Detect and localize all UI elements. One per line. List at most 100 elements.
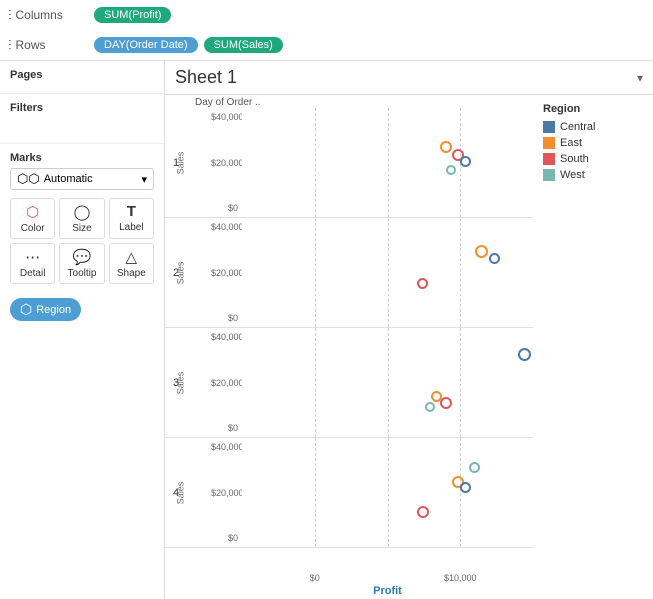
data-dot	[417, 278, 428, 289]
data-dot	[460, 482, 471, 493]
data-dot	[425, 402, 435, 412]
y-tick: $20,000	[211, 268, 242, 278]
shape-icon: △	[126, 248, 138, 266]
plot-gridline	[460, 218, 461, 327]
rows-pill-1[interactable]: DAY(Order Date)	[94, 37, 198, 53]
y-tick: $40,000	[211, 112, 242, 122]
marks-type-label: Automatic	[44, 173, 93, 185]
legend-color-swatch	[543, 153, 555, 165]
sheet-title: Sheet 1	[175, 67, 237, 88]
marks-grid: ⬡ Color ◯ Size T Label ⋯ Detail 💬 Too	[10, 198, 154, 284]
chart-row: 1Sales$40,000$20,000$0	[165, 108, 533, 218]
rows-pill-2[interactable]: SUM(Sales)	[204, 37, 283, 53]
sheet-header: Sheet 1 ▾	[165, 61, 653, 95]
x-axis-area: $0 $10,000 Profit	[242, 569, 533, 599]
columns-pill[interactable]: SUM(Profit)	[94, 7, 171, 23]
data-dot	[475, 245, 488, 258]
toolbar: ⫶ Columns SUM(Profit) ⫶ Rows DAY(Order D…	[0, 0, 653, 61]
y-tick: $20,000	[211, 488, 242, 498]
data-dot	[417, 506, 429, 518]
region-dot-icon: ⬡	[20, 301, 32, 318]
color-icon: ⬡	[26, 203, 39, 221]
plot-gridline	[315, 438, 316, 547]
data-dot	[440, 397, 452, 409]
marks-label[interactable]: T Label	[109, 198, 154, 239]
y-axis: Sales$40,000$20,000$0	[187, 438, 242, 547]
sheet-dropdown-arrow[interactable]: ▾	[637, 71, 643, 85]
plot-gridline	[460, 438, 461, 547]
main-layout: Pages Filters Marks ⬡⬡ Automatic ▾ ⬡ Col…	[0, 61, 653, 599]
plot-area	[242, 438, 533, 547]
legend-items: Central East South West	[543, 121, 643, 181]
marks-shape[interactable]: △ Shape	[109, 243, 154, 284]
columns-row: ⫶ Columns SUM(Profit)	[0, 0, 653, 30]
y-tick: $20,000	[211, 158, 242, 168]
legend-item: West	[543, 169, 643, 181]
y-tick: $40,000	[211, 332, 242, 342]
plot-gridline	[388, 218, 389, 327]
chart-row: 3Sales$40,000$20,000$0	[165, 328, 533, 438]
chart-row: 4Sales$40,000$20,000$0	[165, 438, 533, 548]
plot-gridline	[460, 328, 461, 437]
tooltip-icon: 💬	[73, 248, 92, 266]
chart-area: Sheet 1 ▾ Day of Order .. 1Sales$40,000$…	[165, 61, 653, 599]
legend-item: South	[543, 153, 643, 165]
y-tick: $0	[211, 533, 242, 543]
data-dot	[440, 141, 452, 153]
legend-item-label: West	[560, 169, 585, 181]
y-axis-sales-label: Sales	[175, 371, 185, 394]
chart-row: 2Sales$40,000$20,000$0	[165, 218, 533, 328]
legend-color-swatch	[543, 137, 555, 149]
marks-color[interactable]: ⬡ Color	[10, 198, 55, 239]
plot-area	[242, 218, 533, 327]
legend-title: Region	[543, 103, 643, 115]
rows-row: ⫶ Rows DAY(Order Date) SUM(Sales)	[0, 30, 653, 60]
legend-color-swatch	[543, 121, 555, 133]
data-dot	[460, 156, 471, 167]
y-tick: $0	[211, 203, 242, 213]
marks-detail[interactable]: ⋯ Detail	[10, 243, 55, 284]
chart-inner: 1Sales$40,000$20,000$02Sales$40,000$20,0…	[165, 108, 533, 569]
data-dot	[446, 165, 456, 175]
x-tick-0: $0	[310, 573, 320, 583]
plot-gridline	[388, 328, 389, 437]
plot-gridline	[315, 108, 316, 217]
legend-item: Central	[543, 121, 643, 133]
plot-gridline	[388, 108, 389, 217]
legend-item-label: Central	[560, 121, 595, 133]
y-axis: Sales$40,000$20,000$0	[187, 328, 242, 437]
legend-item: East	[543, 137, 643, 149]
marks-type-icon: ⬡⬡	[17, 171, 40, 187]
plot-gridline	[315, 218, 316, 327]
legend-item-label: East	[560, 137, 582, 149]
marks-tooltip[interactable]: 💬 Tooltip	[59, 243, 104, 284]
rows-icon: ⫶	[8, 37, 12, 54]
plot-gridline	[388, 438, 389, 547]
filters-title: Filters	[10, 102, 154, 114]
size-icon: ◯	[74, 203, 91, 221]
chart-scroll-area[interactable]: 1Sales$40,000$20,000$02Sales$40,000$20,0…	[165, 108, 533, 569]
marks-size[interactable]: ◯ Size	[59, 198, 104, 239]
columns-icon: ⫶	[8, 7, 12, 24]
legend-item-label: South	[560, 153, 589, 165]
filters-section: Filters	[0, 94, 164, 144]
y-tick: $0	[211, 313, 242, 323]
pages-section: Pages	[0, 61, 164, 94]
x-tick-1: $10,000	[444, 573, 477, 583]
marks-title: Marks	[10, 152, 154, 164]
marks-type-dropdown[interactable]: ⬡⬡ Automatic ▾	[10, 168, 154, 190]
legend: Region Central East South West	[533, 95, 653, 599]
region-pill[interactable]: ⬡ Region	[10, 298, 81, 321]
marks-section: Marks ⬡⬡ Automatic ▾ ⬡ Color ◯ Size T	[0, 144, 164, 329]
data-dot	[518, 348, 531, 361]
chart-content: Day of Order .. 1Sales$40,000$20,000$02S…	[165, 95, 653, 599]
plot-area	[242, 328, 533, 437]
rows-label: ⫶ Rows	[8, 37, 88, 54]
marks-dropdown-arrow: ▾	[141, 173, 147, 186]
columns-label: ⫶ Columns	[8, 7, 88, 24]
chart-with-legend: Day of Order .. 1Sales$40,000$20,000$02S…	[165, 95, 653, 599]
plot-gridline	[315, 328, 316, 437]
y-axis-sales-label: Sales	[175, 151, 185, 174]
y-axis-sales-label: Sales	[175, 481, 185, 504]
pages-title: Pages	[10, 69, 154, 81]
